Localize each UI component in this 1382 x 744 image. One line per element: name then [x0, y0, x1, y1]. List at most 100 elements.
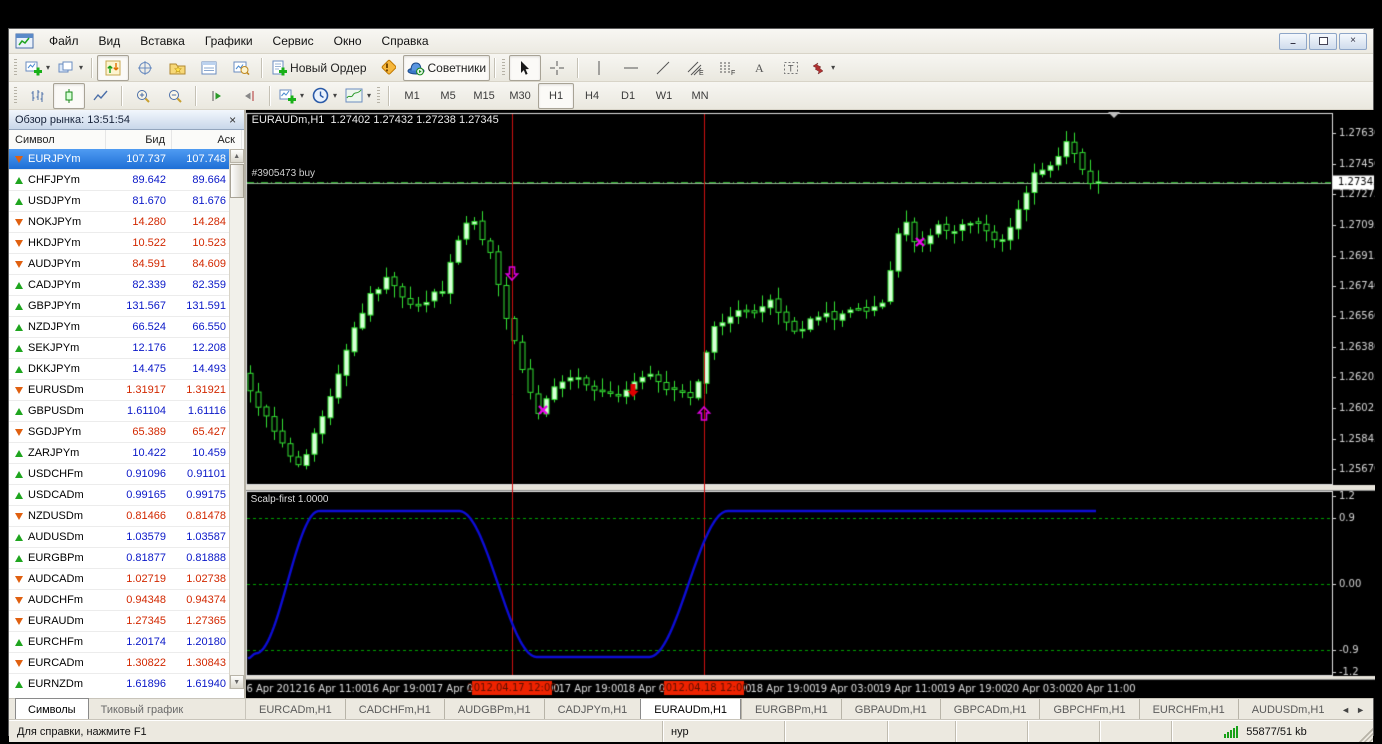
- chart-tab[interactable]: EURGBPm,H1: [741, 699, 841, 720]
- zoom-out-button[interactable]: [159, 83, 191, 109]
- auto-scroll-button[interactable]: [201, 83, 233, 109]
- text-tool-button[interactable]: A: [743, 55, 775, 81]
- new-chart-button[interactable]: ▾: [21, 55, 54, 81]
- menu-item[interactable]: Сервис: [263, 31, 324, 51]
- market-watch-row[interactable]: ZARJPYm 10.422 10.459: [9, 443, 230, 464]
- vertical-line-tool-button[interactable]: [583, 55, 615, 81]
- timeframe-button[interactable]: W1: [646, 83, 682, 109]
- market-watch-row[interactable]: AUDUSDm 1.03579 1.03587: [9, 527, 230, 548]
- market-watch-row[interactable]: CADJPYm 82.339 82.359: [9, 275, 230, 296]
- chart-tab[interactable]: EURAUDm,H1: [640, 699, 742, 720]
- chart-tab[interactable]: GBPCADm,H1: [939, 699, 1040, 720]
- tabs-scroll-right-icon[interactable]: ►: [1356, 705, 1365, 715]
- alert-button[interactable]: [371, 55, 403, 81]
- strategy-tester-button[interactable]: [225, 55, 257, 81]
- market-watch-row[interactable]: HKDJPYm 10.522 10.523: [9, 233, 230, 254]
- market-watch-row[interactable]: AUDCHFm 0.94348 0.94374: [9, 590, 230, 611]
- chart-tab[interactable]: AUDUSDm,H1: [1237, 699, 1333, 720]
- market-watch-row[interactable]: GBPUSDm 1.61104 1.61116: [9, 401, 230, 422]
- chart-tab[interactable]: GBPCHFm,H1: [1039, 699, 1138, 720]
- profiles-button[interactable]: ▾: [54, 55, 87, 81]
- timeframe-button[interactable]: M5: [430, 83, 466, 109]
- market-watch-row[interactable]: USDCADm 0.99165 0.99175: [9, 485, 230, 506]
- chart-tab[interactable]: CADCHFm,H1: [344, 699, 444, 720]
- toolbar-grip[interactable]: [377, 86, 381, 105]
- market-watch-row[interactable]: CHFJPYm 89.642 89.664: [9, 170, 230, 191]
- timeframe-button[interactable]: H4: [574, 83, 610, 109]
- market-watch-row[interactable]: EURNZDm 1.61896 1.61940: [9, 674, 230, 689]
- chart-tab[interactable]: EURCADm,H1: [246, 699, 345, 720]
- market-watch-row[interactable]: EURAUDm 1.27345 1.27365: [9, 611, 230, 632]
- candlestick-chart-button[interactable]: [53, 82, 85, 109]
- toolbar-grip[interactable]: [14, 86, 17, 105]
- chart-tab[interactable]: CADJPYm,H1: [543, 699, 641, 720]
- restore-button[interactable]: [1309, 32, 1337, 50]
- text-label-tool-button[interactable]: T: [775, 55, 807, 81]
- market-watch-row[interactable]: EURJPYm 107.737 107.748: [9, 149, 230, 170]
- status-connection[interactable]: 55877/51 kb: [1171, 721, 1359, 742]
- toolbar-grip[interactable]: [14, 58, 17, 77]
- chart-tab[interactable]: GBPAUDm,H1: [840, 699, 940, 720]
- templates-button[interactable]: ▾: [341, 83, 375, 109]
- market-watch-row[interactable]: EURCADm 1.30822 1.30843: [9, 653, 230, 674]
- menu-item[interactable]: Окно: [324, 31, 372, 51]
- market-watch-row[interactable]: SGDJPYm 65.389 65.427: [9, 422, 230, 443]
- price-chart-canvas[interactable]: [245, 110, 1375, 698]
- arrows-tool-button[interactable]: ▾: [807, 55, 839, 81]
- chart-shift-button[interactable]: [233, 83, 265, 109]
- timeframe-button[interactable]: M30: [502, 83, 538, 109]
- toolbar-grip[interactable]: [502, 58, 506, 77]
- status-account[interactable]: нур: [662, 721, 784, 742]
- timeframe-button[interactable]: MN: [682, 83, 718, 109]
- bar-chart-button[interactable]: [21, 83, 53, 109]
- tabs-scroll-left-icon[interactable]: ◄: [1341, 705, 1350, 715]
- line-chart-button[interactable]: [85, 83, 117, 109]
- scroll-up-icon[interactable]: ▲: [229, 149, 244, 163]
- menu-item[interactable]: Файл: [39, 31, 89, 51]
- trendline-tool-button[interactable]: [647, 55, 679, 81]
- fibonacci-tool-button[interactable]: F: [711, 55, 743, 81]
- timeframe-button[interactable]: D1: [610, 83, 646, 109]
- cursor-tool-button[interactable]: [509, 54, 542, 81]
- market-watch-row[interactable]: EURGBPm 0.81877 0.81888: [9, 548, 230, 569]
- scroll-down-icon[interactable]: ▼: [229, 675, 244, 689]
- market-watch-row[interactable]: EURCHFm 1.20174 1.20180: [9, 632, 230, 653]
- panel-tab[interactable]: Символы: [15, 698, 89, 720]
- channel-tool-button[interactable]: E: [679, 55, 711, 81]
- expert-advisors-button[interactable]: Советники: [402, 54, 491, 81]
- chart-tab[interactable]: EURCHFm,H1: [1138, 699, 1238, 720]
- panel-tab[interactable]: Тиковый график: [89, 699, 196, 720]
- scrollbar-thumb[interactable]: [229, 164, 244, 198]
- terminal-button[interactable]: [193, 55, 225, 81]
- navigator-button[interactable]: [161, 55, 193, 81]
- market-watch-row[interactable]: EURUSDm 1.31917 1.31921: [9, 380, 230, 401]
- market-watch-scrollbar[interactable]: ▲ ▼: [228, 149, 244, 689]
- minimize-button[interactable]: –: [1279, 32, 1307, 50]
- zoom-in-button[interactable]: [127, 83, 159, 109]
- periods-button[interactable]: ▾: [308, 83, 341, 109]
- resize-grip[interactable]: [1359, 721, 1373, 742]
- menu-item[interactable]: Вид: [89, 31, 131, 51]
- indicators-button[interactable]: ▾: [275, 83, 308, 109]
- data-window-button[interactable]: [129, 55, 161, 81]
- market-watch-row[interactable]: SEKJPYm 12.176 12.208: [9, 338, 230, 359]
- close-icon[interactable]: ×: [226, 113, 240, 127]
- market-watch-row[interactable]: NOKJPYm 14.280 14.284: [9, 212, 230, 233]
- close-button[interactable]: ×: [1339, 32, 1367, 50]
- timeframe-button[interactable]: M1: [394, 83, 430, 109]
- market-watch-row[interactable]: USDJPYm 81.670 81.676: [9, 191, 230, 212]
- market-watch-toggle-button[interactable]: [97, 54, 130, 81]
- column-header-symbol[interactable]: Символ: [9, 130, 106, 150]
- market-watch-row[interactable]: AUDJPYm 84.591 84.609: [9, 254, 230, 275]
- market-watch-row[interactable]: AUDCADm 1.02719 1.02738: [9, 569, 230, 590]
- column-header-ask[interactable]: Аск: [172, 130, 242, 150]
- column-header-bid[interactable]: Бид: [106, 130, 172, 150]
- menu-item[interactable]: Вставка: [130, 31, 195, 51]
- horizontal-line-tool-button[interactable]: [615, 55, 647, 81]
- market-watch-row[interactable]: DKKJPYm 14.475 14.493: [9, 359, 230, 380]
- market-watch-row[interactable]: NZDUSDm 0.81466 0.81478: [9, 506, 230, 527]
- market-watch-row[interactable]: USDCHFm 0.91096 0.91101: [9, 464, 230, 485]
- crosshair-tool-button[interactable]: [541, 55, 573, 81]
- market-watch-row[interactable]: NZDJPYm 66.524 66.550: [9, 317, 230, 338]
- timeframe-button[interactable]: M15: [466, 83, 502, 109]
